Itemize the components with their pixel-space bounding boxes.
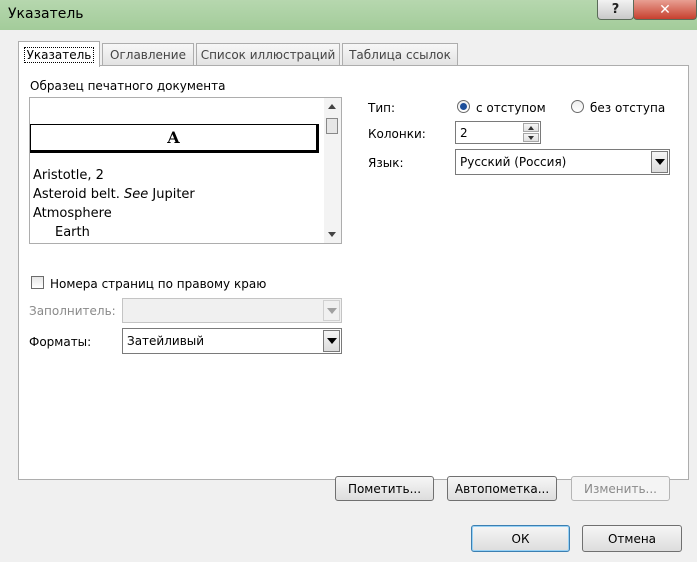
tab-index-label: Указатель [23, 46, 95, 63]
preview-letter-heading: A [30, 124, 319, 153]
cancel-button[interactable]: Отмена [582, 525, 682, 552]
tab-index[interactable]: Указатель [18, 41, 100, 67]
radio-run-in[interactable] [571, 100, 584, 113]
preview-entry: Asteroid belt. See Jupiter [33, 187, 195, 202]
language-value: Русский (Россия) [460, 155, 567, 169]
formats-label: Форматы: [29, 335, 92, 349]
title-bar: Указатель ? ✕ [0, 0, 697, 30]
tab-toc[interactable]: Оглавление [102, 43, 194, 65]
dropdown-button[interactable] [651, 151, 668, 173]
modify-button[interactable]: Изменить... [571, 476, 670, 501]
help-icon: ? [611, 2, 620, 17]
tab-authorities-label: Таблица ссылок [349, 47, 451, 62]
tab-toc-label: Оглавление [110, 47, 186, 62]
help-button[interactable]: ? [597, 0, 634, 20]
formats-value: Затейливый [127, 334, 205, 348]
columns-value: 2 [460, 125, 468, 140]
preview-label: Образец печатного документа [30, 79, 226, 93]
preview-entry: Earth [55, 225, 90, 240]
automark-button[interactable]: Автопометка... [447, 476, 557, 501]
scroll-up-icon[interactable] [328, 104, 336, 109]
type-label: Тип: [368, 101, 396, 115]
preview-letter: A [167, 128, 180, 147]
tab-leader-select[interactable] [122, 298, 342, 323]
columns-label: Колонки: [368, 127, 426, 141]
dropdown-button[interactable] [323, 330, 340, 352]
radio-indented[interactable] [457, 100, 470, 113]
mark-entry-button[interactable]: Пометить... [335, 476, 434, 501]
window-title: Указатель [8, 6, 84, 22]
chevron-down-icon [655, 159, 665, 165]
close-button[interactable]: ✕ [633, 0, 697, 20]
tab-authorities[interactable]: Таблица ссылок [342, 43, 458, 65]
right-align-checkbox[interactable] [31, 276, 44, 289]
print-preview: A Aristotle, 2 Asteroid belt. See Jupite… [29, 97, 342, 244]
tab-figures-label: Список иллюстраций [200, 47, 336, 62]
scroll-down-icon[interactable] [328, 232, 336, 237]
radio-indented-label[interactable]: с отступом [476, 101, 546, 115]
spin-down-icon [528, 136, 534, 140]
right-align-label[interactable]: Номера страниц по правому краю [50, 277, 266, 291]
preview-entry: Aristotle, 2 [33, 168, 104, 183]
radio-run-in-label[interactable]: без отступа [590, 101, 665, 115]
tab-figures[interactable]: Список иллюстраций [196, 43, 340, 65]
formats-select[interactable]: Затейливый [122, 328, 342, 354]
close-icon: ✕ [659, 1, 671, 18]
mark-entry-label: Пометить... [347, 481, 422, 496]
language-select[interactable]: Русский (Россия) [455, 149, 670, 175]
ok-button[interactable]: ОК [471, 525, 570, 552]
dropdown-button[interactable] [323, 300, 340, 321]
automark-label: Автопометка... [454, 481, 550, 496]
spin-up-button[interactable] [523, 123, 539, 132]
cancel-label: Отмена [607, 531, 657, 546]
columns-stepper[interactable]: 2 [455, 121, 541, 144]
preview-scrollbar[interactable] [324, 98, 341, 243]
spin-up-icon [528, 126, 534, 130]
chevron-down-icon [327, 338, 337, 344]
ok-label: ОК [511, 531, 530, 546]
modify-label: Изменить... [584, 481, 657, 496]
spin-down-button[interactable] [523, 133, 539, 142]
tab-leader-label: Заполнитель: [29, 304, 116, 318]
preview-entry: Atmosphere [33, 206, 112, 221]
scroll-thumb[interactable] [326, 118, 338, 134]
chevron-down-icon [327, 307, 337, 314]
language-label: Язык: [368, 156, 404, 170]
